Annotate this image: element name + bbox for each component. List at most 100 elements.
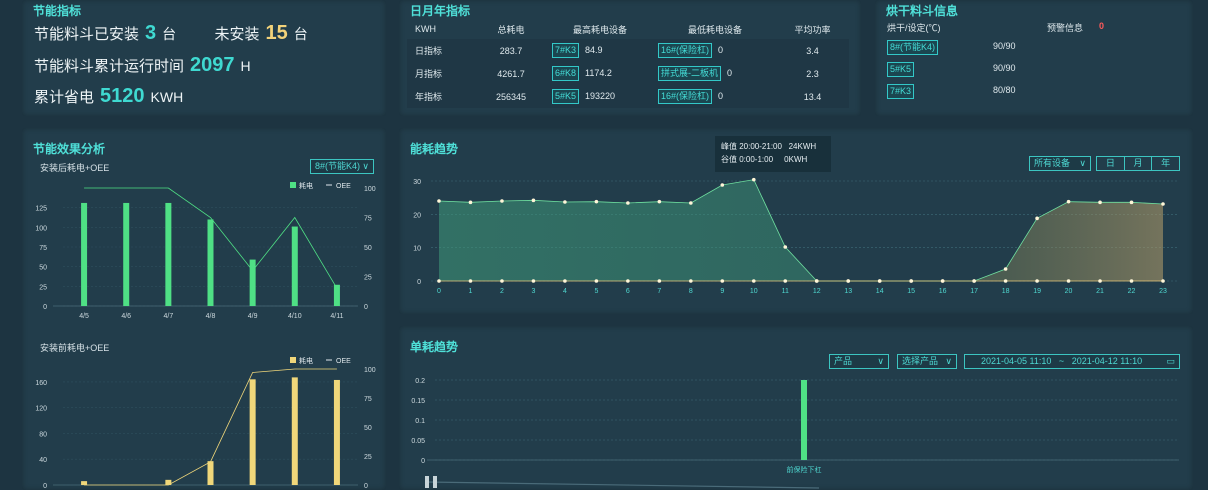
dryer-temp-header: 烘干/设定(℃) bbox=[887, 23, 941, 33]
x-tick-label: 11 bbox=[782, 288, 789, 295]
uninstalled-label: 未安装 bbox=[214, 26, 260, 43]
period-year-button[interactable]: 年 bbox=[1151, 157, 1179, 170]
runtime-unit: H bbox=[240, 58, 251, 74]
energy-point bbox=[751, 177, 756, 182]
legend-power-label: 耗电 bbox=[299, 181, 313, 190]
x-tick-label: 4/7 bbox=[163, 313, 173, 320]
max-device-tag[interactable]: 5#K5 bbox=[552, 89, 580, 104]
baseline-point bbox=[1161, 279, 1165, 283]
min-device-tag[interactable]: 16#(保险杠) bbox=[658, 89, 713, 104]
period-month-button[interactable]: 月 bbox=[1123, 157, 1152, 170]
table-row: 月指标 4261.7 6#K8 1174.2 拼式展-二板机 0 2.3 bbox=[407, 62, 849, 85]
peak-label: 峰值 bbox=[721, 142, 737, 151]
y-tick-label: 80 bbox=[39, 431, 47, 438]
energy-point bbox=[689, 201, 693, 205]
x-tick-label: 0 bbox=[437, 288, 441, 295]
y-tick-label: 100 bbox=[35, 225, 47, 232]
bar bbox=[291, 226, 298, 306]
uninstalled-unit: 台 bbox=[293, 26, 308, 42]
y2-tick-label: 50 bbox=[364, 245, 372, 252]
x-tick-label: 22 bbox=[1128, 288, 1136, 295]
saved-label: 累计省电 bbox=[34, 89, 95, 106]
energy-point bbox=[1129, 200, 1134, 205]
installed-unit: 台 bbox=[162, 26, 177, 42]
y-tick-label: 50 bbox=[39, 265, 47, 272]
unit-trend-chart: 0 0.05 0.1 0.15 0.2 前保险下杠 bbox=[411, 378, 1179, 489]
y-tick-label: 0 bbox=[417, 279, 421, 286]
x-tick-label: 3 bbox=[531, 288, 535, 295]
x-tick-label: 4/6 bbox=[121, 313, 131, 320]
x-tick-label: 21 bbox=[1096, 288, 1104, 295]
baseline-point bbox=[846, 279, 851, 283]
x-tick-label: 5 bbox=[594, 288, 598, 295]
x-tick-label: 15 bbox=[907, 288, 915, 295]
trend-chart: 01020300 1 2 3 4 5 6 7 8 9 10 11 12 13 14 15 16 17 18 19 20 2… bbox=[413, 177, 1179, 295]
row-total: 4261.7 bbox=[497, 68, 525, 79]
max-device-tag[interactable]: 6#K8 bbox=[552, 66, 580, 81]
dryer-tag[interactable]: 8#(节能K4) bbox=[887, 40, 939, 55]
x-tick-label: 20 bbox=[1065, 288, 1073, 295]
device-select-value: 所有设备 bbox=[1034, 158, 1071, 168]
period-index-panel: 日月年指标 KWH 总耗电 最高耗电设备 最低耗电设备 平均功率 日指标 283… bbox=[399, 0, 861, 116]
unit-trend-title: 单耗趋势 bbox=[410, 340, 459, 354]
y-tick-label: 0 bbox=[43, 483, 47, 490]
baseline-point bbox=[563, 279, 567, 283]
energy-point bbox=[720, 183, 725, 187]
bar bbox=[801, 380, 807, 460]
max-device-value: 84.9 bbox=[585, 45, 603, 55]
y-tick-label: 40 bbox=[39, 457, 47, 464]
bar bbox=[249, 379, 256, 485]
bar bbox=[207, 461, 214, 485]
date-range-picker[interactable]: 2021-04-05 11:10 ~ 2021-04-12 11:10 ▭ bbox=[964, 354, 1180, 369]
dryer-tag[interactable]: 7#K3 bbox=[887, 84, 915, 99]
min-device-tag[interactable]: 拼式展-二板机 bbox=[658, 66, 721, 81]
y2-tick-label: 25 bbox=[364, 275, 372, 282]
dryer-row: 5#K5 90/90 bbox=[887, 62, 1016, 77]
baseline-point bbox=[783, 279, 788, 283]
bar bbox=[207, 219, 214, 306]
max-device-tag[interactable]: 7#K3 bbox=[552, 43, 580, 58]
x-tick-label: 10 bbox=[750, 288, 758, 295]
choose-product-select[interactable]: 选择产品 ∨ bbox=[897, 354, 957, 369]
y-tick-label: 10 bbox=[413, 246, 421, 253]
date-end: 2021-04-12 11:10 bbox=[1071, 356, 1143, 366]
y-tick-label: 0.05 bbox=[411, 438, 425, 445]
installed-label: 节能料斗已安装 bbox=[34, 26, 140, 43]
x-tick-label: 4/11 bbox=[330, 313, 343, 320]
y-tick-label: 120 bbox=[35, 406, 47, 413]
trend-panel: 能耗趋势 峰值 20:00-21:00 24KWH 谷值 0:00-1:00 0… bbox=[399, 128, 1193, 314]
baseline-point bbox=[657, 279, 662, 283]
zoom-handle-left bbox=[425, 476, 429, 488]
product-select[interactable]: 产品 ∨ bbox=[829, 354, 889, 369]
device-select[interactable]: 所有设备 ∨ bbox=[1029, 156, 1091, 171]
period-index-title: 日月年指标 bbox=[410, 4, 471, 18]
table-row: 日指标 283.7 7#K3 84.9 16#(保险杠) 0 3.4 bbox=[407, 39, 849, 62]
x-tick-label: 13 bbox=[844, 288, 852, 295]
dryer-tag[interactable]: 5#K5 bbox=[887, 62, 915, 77]
y2-tick-label: 0 bbox=[364, 483, 368, 490]
zoom-slider-track bbox=[426, 481, 820, 489]
device-dropdown[interactable]: 8#(节能K4) ∨ bbox=[310, 159, 374, 174]
before-install-chart: 0408012016002550751004/54/64/74/84/94/10… bbox=[35, 356, 375, 490]
period-day-button[interactable]: 日 bbox=[1097, 157, 1124, 170]
y2-tick-label: 75 bbox=[364, 216, 372, 223]
baseline-point bbox=[814, 279, 819, 283]
baseline-point bbox=[940, 279, 945, 283]
x-tick-label: 9 bbox=[720, 288, 724, 295]
x-tick-label: 2 bbox=[500, 288, 504, 295]
legend-power-label: 耗电 bbox=[299, 356, 313, 365]
energy-point bbox=[626, 201, 630, 205]
x-tick-label: 6 bbox=[626, 288, 630, 295]
dryer-warn-count: 0 bbox=[1099, 21, 1105, 31]
baseline-point bbox=[437, 279, 441, 283]
baseline-point bbox=[720, 279, 725, 283]
baseline-point bbox=[972, 279, 976, 283]
min-device-tag[interactable]: 16#(保险杠) bbox=[658, 43, 713, 58]
table-row: 年指标 256345 5#K5 193220 16#(保险杠) 0 13.4 bbox=[407, 85, 849, 108]
dryer-value: 80/80 bbox=[993, 85, 1016, 95]
baseline-point bbox=[1003, 279, 1008, 283]
energy-point bbox=[1035, 216, 1039, 221]
runtime-stat: 节能料斗累计运行时间 2097 H bbox=[34, 54, 251, 77]
dryer-row: 8#(节能K4) 90/90 bbox=[887, 40, 1016, 55]
y-tick-label: 0.1 bbox=[415, 418, 425, 425]
